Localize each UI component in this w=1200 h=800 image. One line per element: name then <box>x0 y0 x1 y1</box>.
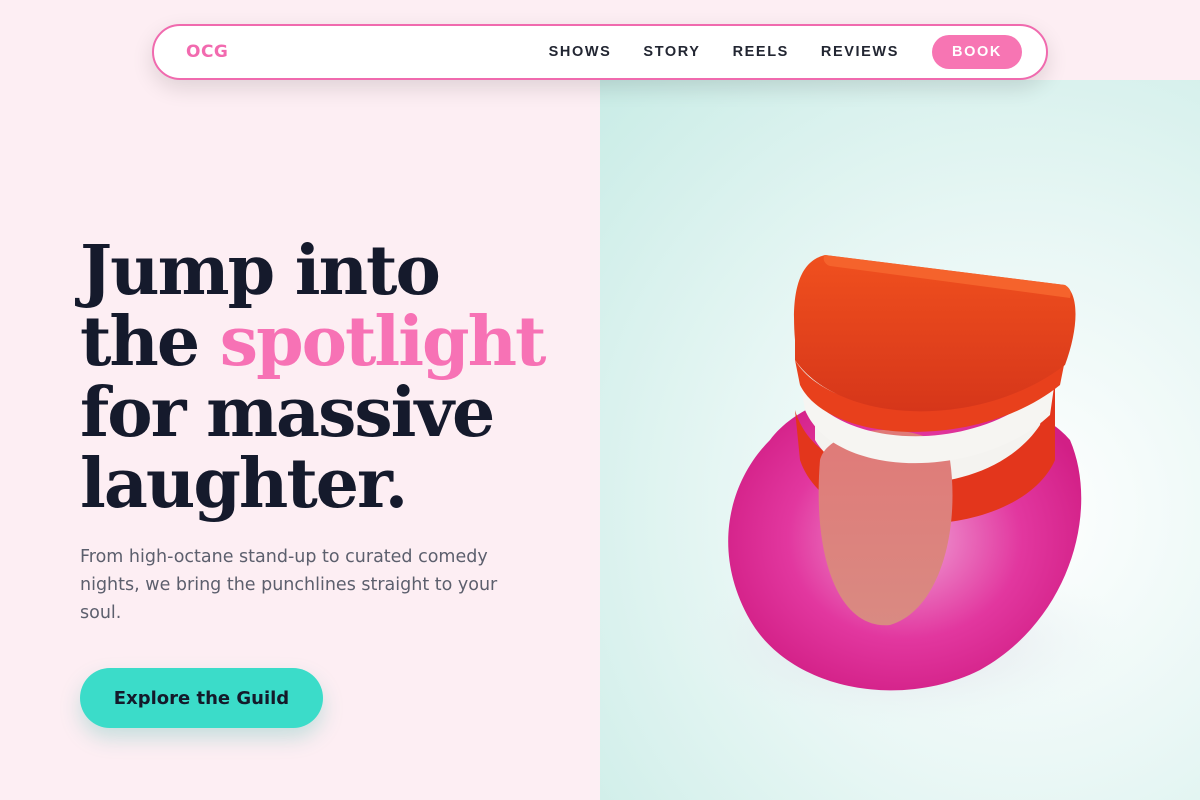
nav-link-story[interactable]: STORY <box>643 44 700 60</box>
nav-link-reels[interactable]: REELS <box>733 44 789 60</box>
hero-subtitle: From high-octane stand-up to curated com… <box>80 547 498 623</box>
hero-title-line-2-prefix: the <box>80 302 220 382</box>
hero-title-line-4: laughter. <box>80 444 408 524</box>
book-button[interactable]: BOOK <box>932 35 1022 69</box>
hero-title-line-3: for massive <box>80 373 495 453</box>
brand-logo[interactable]: OCG <box>186 42 228 62</box>
hero-title-line-1: Jump into <box>80 231 441 311</box>
nav-link-reviews[interactable]: REVIEWS <box>821 44 899 60</box>
chattering-teeth-illustration <box>670 255 1130 730</box>
top-navigation: OCG SHOWS STORY REELS REVIEWS BOOK <box>152 24 1048 80</box>
hero-title: Jump into the spotlight for massive laug… <box>80 236 580 520</box>
explore-guild-button[interactable]: Explore the Guild <box>80 668 323 728</box>
nav-links: SHOWS STORY REELS REVIEWS BOOK <box>549 35 1022 69</box>
hero-title-accent-word: spotlight <box>219 302 547 382</box>
nav-link-shows[interactable]: SHOWS <box>549 44 612 60</box>
hero-image <box>600 80 1200 800</box>
